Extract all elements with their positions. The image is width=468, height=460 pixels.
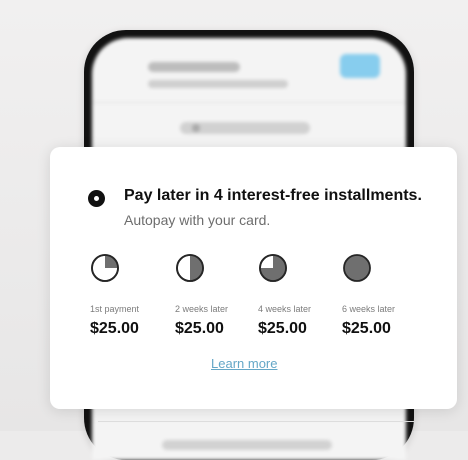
installment-4: 6 weeks later $25.00 xyxy=(342,253,426,343)
learn-more-link[interactable]: Learn more xyxy=(211,356,277,371)
blurred-subtitle-placeholder xyxy=(148,80,288,88)
blurred-button-placeholder xyxy=(340,54,380,78)
installment-amount: $25.00 xyxy=(342,320,391,337)
installment-2: 2 weeks later $25.00 xyxy=(175,253,259,343)
blurred-title-placeholder xyxy=(148,62,240,72)
full-pie-icon xyxy=(343,254,371,282)
bottom-divider xyxy=(98,421,414,422)
three-quarter-pie-icon xyxy=(259,254,287,282)
installment-schedule: 1st payment $25.00 2 weeks later $25.00 … xyxy=(90,253,420,343)
installment-label: 6 weeks later xyxy=(342,304,396,314)
installment-amount: $25.00 xyxy=(90,320,139,337)
blurred-divider xyxy=(92,102,406,103)
installment-3: 4 weeks later $25.00 xyxy=(258,253,342,343)
blurred-row-dot xyxy=(192,124,200,132)
installment-1: 1st payment $25.00 xyxy=(90,253,174,343)
installment-label: 4 weeks later xyxy=(258,304,312,314)
blurred-bottom-strip xyxy=(162,440,332,450)
installment-amount: $25.00 xyxy=(175,320,224,337)
payment-subheadline: Autopay with your card. xyxy=(124,212,271,228)
payment-headline: Pay later in 4 interest-free installment… xyxy=(124,187,422,204)
quarter-pie-icon xyxy=(91,254,119,282)
installment-label: 1st payment xyxy=(90,304,140,314)
half-pie-icon xyxy=(176,254,204,282)
payment-option-card[interactable]: Pay later in 4 interest-free installment… xyxy=(50,147,457,409)
installment-amount: $25.00 xyxy=(258,320,307,337)
installment-label: 2 weeks later xyxy=(175,304,229,314)
radio-selected-icon[interactable] xyxy=(88,190,105,207)
